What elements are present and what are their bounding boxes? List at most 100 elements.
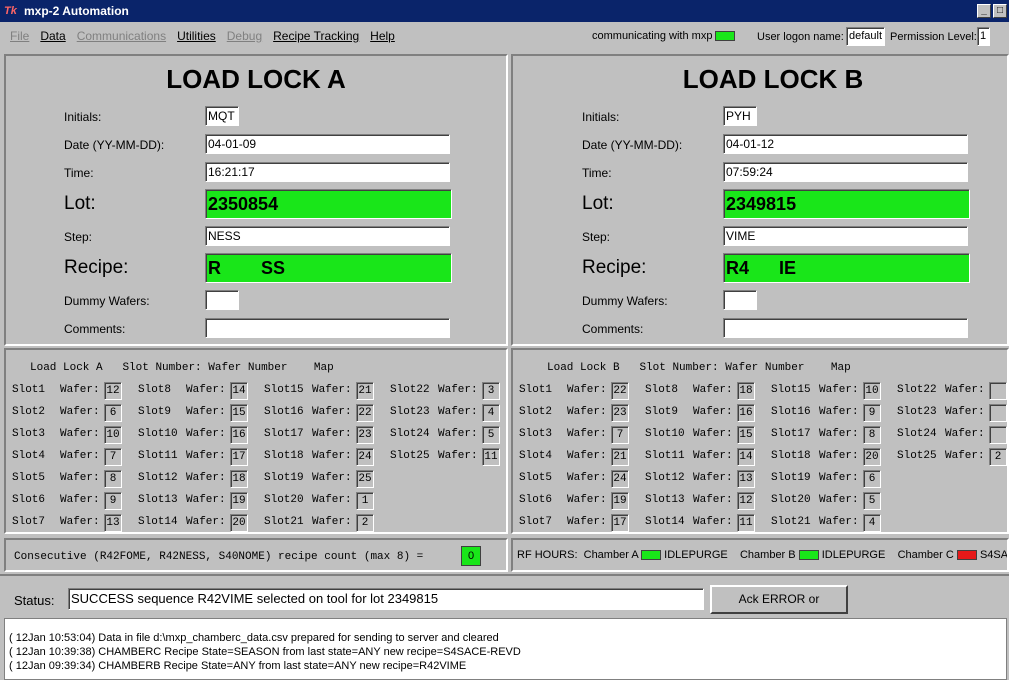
date-field[interactable]: 04-01-09 xyxy=(205,134,450,154)
slot-label: Slot19 xyxy=(264,472,304,484)
lot-field[interactable]: 2349815 xyxy=(723,189,970,219)
minimize-button[interactable]: _ xyxy=(977,4,991,18)
date-field[interactable]: 04-01-12 xyxy=(723,134,968,154)
initials-field[interactable]: PYH xyxy=(723,106,757,126)
initials-label: Initials: xyxy=(582,110,620,124)
time-field[interactable]: 07:59:24 xyxy=(723,162,968,182)
wafer-number-box: 19 xyxy=(611,492,629,510)
menu-utilities[interactable]: Utilities xyxy=(177,29,216,43)
chamber-c-state: S4SACE-R xyxy=(979,549,1009,561)
wafer-label: Wafer: xyxy=(693,450,733,462)
slot-label: Slot21 xyxy=(771,516,811,528)
wafer-number-box: 5 xyxy=(482,426,500,444)
slot-label: Slot4 xyxy=(519,450,553,462)
comments-field[interactable] xyxy=(205,318,450,338)
wafer-label: Wafer: xyxy=(438,384,478,396)
recipe-field[interactable]: R SS xyxy=(205,253,452,283)
menu-data[interactable]: Data xyxy=(40,29,65,43)
slot-label: Slot22 xyxy=(897,384,937,396)
menu-help[interactable]: Help xyxy=(370,29,395,43)
log-area[interactable]: ( 12Jan 10:53:04) Data in file d:\mxp_ch… xyxy=(4,618,1007,680)
wafer-label: Wafer: xyxy=(693,384,733,396)
wafer-number-box: 7 xyxy=(104,448,122,466)
load-lock-a-title: LOAD LOCK A xyxy=(166,64,346,94)
step-field[interactable]: VIME xyxy=(723,226,968,246)
wafer-number-box: 9 xyxy=(863,404,881,422)
slot-label: Slot20 xyxy=(771,494,811,506)
load-lock-a-panel: LOAD LOCK A Initials: MQT Date (YY-MM-DD… xyxy=(4,54,508,346)
wafer-number-box: 17 xyxy=(611,514,629,532)
wafer-label: Wafer: xyxy=(567,406,607,418)
initials-field[interactable]: MQT xyxy=(205,106,239,126)
wafer-number-box: 15 xyxy=(230,404,248,422)
recipe-field[interactable]: R4 IE xyxy=(723,253,970,283)
slot-label: Slot12 xyxy=(138,472,178,484)
title-bar[interactable]: Tk mxp-2 Automation _ □ xyxy=(0,0,1009,22)
wafer-number-box: 11 xyxy=(482,448,500,466)
step-label: Step: xyxy=(582,230,611,244)
menu-debug: Debug xyxy=(226,29,263,43)
wafer-number-box: 24 xyxy=(356,448,374,466)
wafer-number-box: 4 xyxy=(482,404,500,422)
wafer-label: Wafer: xyxy=(438,450,478,462)
chamber-b-state: IDLEPURGE xyxy=(821,549,886,561)
lot-field[interactable]: 2350854 xyxy=(205,189,452,219)
wafer-number-box: 12 xyxy=(104,382,122,400)
menu-recipe-tracking[interactable]: Recipe Tracking xyxy=(273,29,359,43)
rf-hours-panel: RF HOURS: Chamber A IDLEPURGE Chamber B … xyxy=(511,538,1009,572)
wafer-label: Wafer: xyxy=(186,406,226,418)
wafer-label: Wafer: xyxy=(312,384,352,396)
wafer-label: Wafer: xyxy=(60,450,100,462)
logon-name-field[interactable]: default xyxy=(846,27,885,46)
slot-label: Slot7 xyxy=(519,516,553,528)
slot-label: Slot18 xyxy=(771,450,811,462)
wafer-number-box: 16 xyxy=(737,404,755,422)
slot-label: Slot8 xyxy=(138,384,172,396)
wafer-number-box: 20 xyxy=(863,448,881,466)
slot-label: Slot3 xyxy=(519,428,553,440)
time-field[interactable]: 16:21:17 xyxy=(205,162,450,182)
lot-label: Lot: xyxy=(64,193,96,214)
status-field: SUCCESS sequence R42VIME selected on too… xyxy=(68,588,704,610)
comm-label: communicating with mxp xyxy=(592,30,713,42)
maximize-button[interactable]: □ xyxy=(993,4,1007,18)
slot-map-b-header: Load Lock B Slot Number: Wafer Number Ma… xyxy=(547,362,851,374)
slot-label: Slot18 xyxy=(264,450,304,462)
wafer-label: Wafer: xyxy=(186,494,226,506)
dummy-wafers-label: Dummy Wafers: xyxy=(582,294,668,308)
load-lock-b-title: LOAD LOCK B xyxy=(682,64,864,94)
slot-number-label: Slot Number: xyxy=(122,362,202,374)
dummy-wafers-field[interactable] xyxy=(723,290,757,310)
wafer-label: Wafer: xyxy=(186,472,226,484)
step-label: Step: xyxy=(64,230,93,244)
app-icon: Tk xyxy=(4,5,17,17)
wafer-label: Wafer: xyxy=(60,472,100,484)
slot-label: Slot1 xyxy=(519,384,553,396)
slot-map-a-panel: Load Lock A Slot Number: Wafer Number Ma… xyxy=(4,348,508,534)
wafer-number-box: 17 xyxy=(230,448,248,466)
slot-label: Slot7 xyxy=(12,516,46,528)
step-field[interactable]: NESS xyxy=(205,226,450,246)
date-label: Date (YY-MM-DD): xyxy=(64,138,165,152)
window-title: mxp-2 Automation xyxy=(24,4,129,18)
wafer-label: Wafer: xyxy=(438,406,478,418)
wafer-label: Wafer: xyxy=(312,450,352,462)
ack-error-button[interactable]: Ack ERROR or WARNING xyxy=(710,585,848,631)
wafer-label: Wafer: xyxy=(567,516,607,528)
wafer-label: Wafer: xyxy=(312,406,352,418)
slot-label: Slot14 xyxy=(645,516,685,528)
comments-field[interactable] xyxy=(723,318,968,338)
wafer-number-box: 4 xyxy=(863,514,881,532)
slot-label: Slot2 xyxy=(519,406,553,418)
comm-indicator xyxy=(715,31,735,41)
dummy-wafers-label: Dummy Wafers: xyxy=(64,294,150,308)
chamber-c-indicator xyxy=(956,550,977,561)
wafer-label: Wafer: xyxy=(819,472,859,484)
wafer-number-box: 21 xyxy=(356,382,374,400)
slot-label: Slot13 xyxy=(645,494,685,506)
lot-label: Lot: xyxy=(582,193,614,214)
wafer-number-box: 5 xyxy=(863,492,881,510)
wafer-label: Wafer: xyxy=(186,428,226,440)
initials-label: Initials: xyxy=(64,110,102,124)
dummy-wafers-field[interactable] xyxy=(205,290,239,310)
